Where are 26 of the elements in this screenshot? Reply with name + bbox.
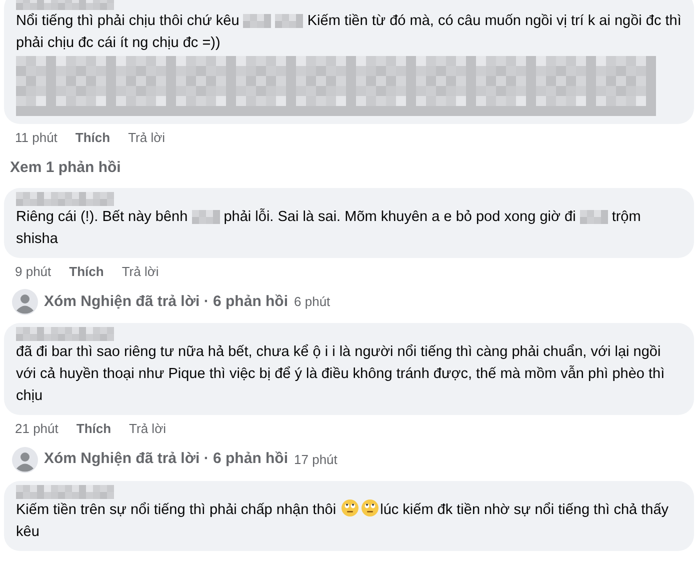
reply-time: 17 phút xyxy=(294,450,338,469)
replies-summary-link[interactable]: Xóm Nghiện đã trả lời · 6 phản hồi xyxy=(44,448,288,471)
eye-roll-emoji-icon xyxy=(341,498,360,516)
like-button[interactable]: Thích xyxy=(69,262,104,281)
replies-summary-link[interactable]: Xóm Nghiện đã trả lời · 6 phản hồi xyxy=(44,290,288,314)
avatar-icon[interactable] xyxy=(12,289,38,315)
blurred-word xyxy=(275,14,304,28)
comment-time: 11 phút xyxy=(15,129,58,147)
reply-button[interactable]: Trả lời xyxy=(129,419,166,438)
blurred-word xyxy=(580,210,608,224)
reply-time: 6 phút xyxy=(294,293,330,312)
comment-text: đã đi bar thì sao riêng tư nữa hả bết, chưa kể ộ i i là người nổi tiếng thì càng phải chuẩn, với lại ngồi với cả huyền thoại như Pique thì việc bị để ý là điều không tránh được, thế mà mồm vẫn phì phèo thì chịu xyxy=(16,343,666,406)
reply-button[interactable]: Trả lời xyxy=(122,262,159,281)
comment-text: Riêng cái (!). Bết này bênh phải lỗi. Sai là sai. Mõm khuyên a e bỏ pod xong giờ đi trộm shisha xyxy=(16,207,642,248)
comment-time: 9 phút xyxy=(15,262,52,281)
like-button[interactable]: Thích xyxy=(75,128,110,148)
avatar-icon[interactable] xyxy=(12,446,38,472)
blurred-word xyxy=(192,210,220,224)
comment-text: Nổi tiếng thì phải chịu thôi chứ kêu Kiếm tiền từ đó mà, có câu muốn ngồi vị trí k ai ngồi đc thì phải chịu đc cái ít ng chịu đc =)) xyxy=(16,12,682,53)
comment-time: 21 phút xyxy=(15,420,58,438)
like-button[interactable]: Thích xyxy=(76,419,112,438)
blurred-word xyxy=(243,14,272,28)
eye-roll-emoji-icon xyxy=(361,498,380,516)
comment-text: Kiếm tiền trên sự nổi tiếng thì phải chấp nhận thôi lúc kiếm đk tiền nhờ sự nổi tiếng thì chả thấy kêu xyxy=(16,498,682,542)
view-replies-link[interactable]: Xem 1 phản hồi xyxy=(10,158,121,176)
reply-button[interactable]: Trả lời xyxy=(128,128,166,148)
